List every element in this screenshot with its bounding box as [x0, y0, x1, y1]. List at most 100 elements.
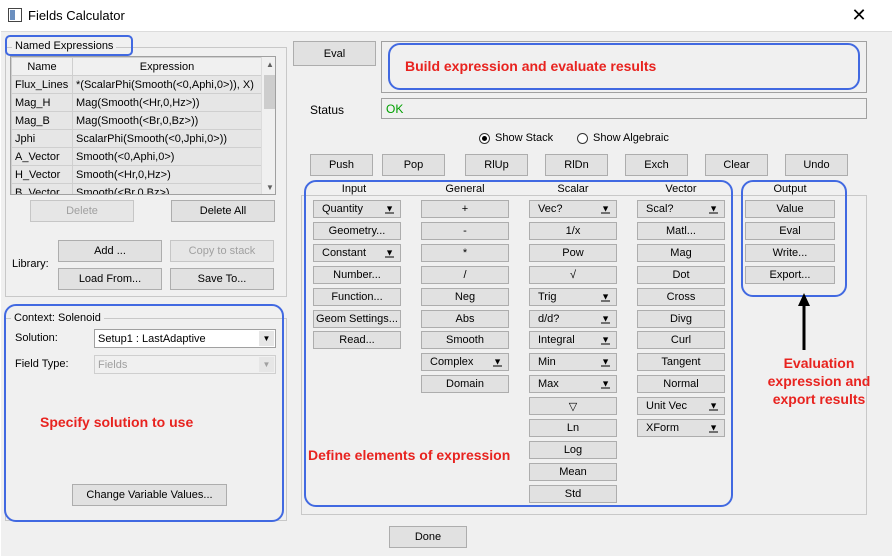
- general-abs-button[interactable]: Abs: [421, 309, 509, 328]
- vector-xform-button[interactable]: XForm ▼: [637, 419, 725, 437]
- vector-normal-button[interactable]: Normal: [637, 375, 725, 394]
- table-row[interactable]: Mag_H Mag(Smooth(<Hr,0,Hz>)): [11, 93, 262, 112]
- named-expressions-table[interactable]: Name Expression Flux_Lines *(ScalarPhi(Smo…: [10, 56, 276, 195]
- undo-button[interactable]: Undo: [785, 154, 848, 176]
- input-read-button[interactable]: Read...: [313, 331, 401, 350]
- vector-dot-button[interactable]: Dot: [637, 265, 725, 284]
- scalar-nabla-button[interactable]: ▽: [529, 397, 617, 416]
- output-value-button[interactable]: Value: [745, 200, 835, 218]
- table-row[interactable]: Jphi ScalarPhi(Smooth(<0,Jphi,0>)): [11, 129, 262, 148]
- table-row[interactable]: B_Vector Smooth(<Br,0,Bz>): [11, 183, 262, 194]
- output-export-button[interactable]: Export...: [745, 265, 835, 284]
- add-button[interactable]: Add ...: [58, 240, 162, 262]
- table-row[interactable]: Mag_B Mag(Smooth(<Br,0,Bz>)): [11, 111, 262, 130]
- expression-value-cell[interactable]: Smooth(<Hr,0,Hz>): [72, 165, 262, 184]
- expression-name-cell[interactable]: Mag_B: [11, 111, 73, 130]
- solution-select[interactable]: Setup1 : LastAdaptive ▼: [94, 329, 276, 348]
- scroll-up-icon[interactable]: ▲: [262, 57, 275, 73]
- expression-name-cell[interactable]: H_Vector: [11, 165, 73, 184]
- rlup-button[interactable]: RlUp: [465, 154, 528, 176]
- clear-button[interactable]: Clear: [705, 154, 768, 176]
- chevron-down-icon[interactable]: ▼: [259, 357, 274, 372]
- general-minus-button[interactable]: -: [421, 221, 509, 240]
- expression-name-cell[interactable]: B_Vector: [11, 183, 73, 194]
- chevron-down-icon[interactable]: ▼: [259, 331, 274, 346]
- eval-button[interactable]: Eval: [293, 41, 376, 66]
- pop-button[interactable]: Pop: [382, 154, 445, 176]
- show-stack-label[interactable]: Show Stack: [495, 132, 553, 144]
- general-multiply-button[interactable]: *: [421, 243, 509, 262]
- scalar-sqrt-button[interactable]: √: [529, 265, 617, 284]
- input-geometry-button[interactable]: Geometry...: [313, 221, 401, 240]
- vector-cross-button[interactable]: Cross: [637, 287, 725, 306]
- expression-value-cell[interactable]: Smooth(<Br,0,Bz>): [72, 183, 262, 194]
- expression-value-cell[interactable]: ScalarPhi(Smooth(<0,Jphi,0>)): [72, 129, 262, 148]
- vector-mag-button[interactable]: Mag: [637, 243, 725, 262]
- column-header-name[interactable]: Name: [11, 57, 73, 76]
- push-button[interactable]: Push: [310, 154, 373, 176]
- field-type-select[interactable]: Fields ▼: [94, 355, 276, 374]
- scalar-mean-button[interactable]: Mean: [529, 462, 617, 481]
- done-button[interactable]: Done: [389, 526, 467, 548]
- scalar-min-button[interactable]: Min ▼: [529, 353, 617, 372]
- change-variable-values-button[interactable]: Change Variable Values...: [72, 484, 227, 506]
- input-constant-button[interactable]: Constant ▼: [313, 243, 401, 262]
- scalar-max-button[interactable]: Max ▼: [529, 375, 617, 394]
- general-abs-label: Abs: [455, 312, 475, 325]
- vector-tangent-button[interactable]: Tangent: [637, 353, 725, 372]
- save-to-button[interactable]: Save To...: [170, 268, 274, 290]
- delete-button[interactable]: Delete: [30, 200, 134, 222]
- expression-value-cell[interactable]: Mag(Smooth(<Hr,0,Hz>)): [72, 93, 262, 112]
- rldn-button[interactable]: RlDn: [545, 154, 608, 176]
- input-geom-settings-button[interactable]: Geom Settings...: [313, 309, 401, 328]
- expression-value-cell[interactable]: Mag(Smooth(<Br,0,Bz>)): [72, 111, 262, 130]
- vector-curl-button[interactable]: Curl: [637, 331, 725, 350]
- show-stack-radio[interactable]: [479, 133, 490, 144]
- scalar-std-button[interactable]: Std: [529, 484, 617, 503]
- vector-scal-button[interactable]: Scal? ▼: [637, 200, 725, 218]
- vertical-scrollbar[interactable]: ▲ ▼: [261, 57, 275, 194]
- expression-name-cell[interactable]: A_Vector: [11, 147, 73, 166]
- table-row[interactable]: H_Vector Smooth(<Hr,0,Hz>): [11, 165, 262, 184]
- scalar-log-button[interactable]: Log: [529, 440, 617, 459]
- general-plus-button[interactable]: +: [421, 200, 509, 218]
- vector-unit-vec-button[interactable]: Unit Vec ▼: [637, 397, 725, 416]
- scalar-d-d-button[interactable]: d/d? ▼: [529, 309, 617, 328]
- output-eval-button[interactable]: Eval: [745, 221, 835, 240]
- expression-name-cell[interactable]: Jphi: [11, 129, 73, 148]
- delete-all-button[interactable]: Delete All: [171, 200, 275, 222]
- exch-button[interactable]: Exch: [625, 154, 688, 176]
- vector-matl-button[interactable]: Matl...: [637, 221, 725, 240]
- input-function-button[interactable]: Function...: [313, 287, 401, 306]
- general-domain-button[interactable]: Domain: [421, 375, 509, 394]
- general-complex-button[interactable]: Complex ▼: [421, 353, 509, 372]
- scalar-pow-button[interactable]: Pow: [529, 243, 617, 262]
- expression-value-cell[interactable]: Smooth(<0,Aphi,0>): [72, 147, 262, 166]
- vector-divg-button[interactable]: Divg: [637, 309, 725, 328]
- scalar-integral-button[interactable]: Integral ▼: [529, 331, 617, 350]
- close-icon[interactable]: ✕: [848, 4, 870, 26]
- show-algebraic-radio[interactable]: [577, 133, 588, 144]
- input-number-button[interactable]: Number...: [313, 265, 401, 284]
- input-quantity-button[interactable]: Quantity ▼: [313, 200, 401, 218]
- column-header-expression[interactable]: Expression: [72, 57, 262, 76]
- output-write-button[interactable]: Write...: [745, 243, 835, 262]
- copy-to-stack-button[interactable]: Copy to stack: [170, 240, 274, 262]
- general-neg-button[interactable]: Neg: [421, 287, 509, 306]
- scalar-1-x-button[interactable]: 1/x: [529, 221, 617, 240]
- scroll-down-icon[interactable]: ▼: [262, 180, 275, 194]
- load-from-button[interactable]: Load From...: [58, 268, 162, 290]
- general-smooth-button[interactable]: Smooth: [421, 331, 509, 350]
- general-divide-button[interactable]: /: [421, 265, 509, 284]
- scroll-thumb[interactable]: [264, 75, 275, 109]
- table-row[interactable]: Flux_Lines *(ScalarPhi(Smooth(<0,Aphi,0>)…: [11, 75, 262, 94]
- expression-name-cell[interactable]: Flux_Lines: [11, 75, 73, 94]
- expression-name-cell[interactable]: Mag_H: [11, 93, 73, 112]
- show-algebraic-label[interactable]: Show Algebraic: [593, 132, 669, 144]
- scalar-trig-button[interactable]: Trig ▼: [529, 287, 617, 306]
- scalar-ln-button[interactable]: Ln: [529, 419, 617, 437]
- output-export-label: Export...: [769, 268, 811, 281]
- scalar-vec-button[interactable]: Vec? ▼: [529, 200, 617, 218]
- expression-value-cell[interactable]: *(ScalarPhi(Smooth(<0,Aphi,0>)), X): [72, 75, 262, 94]
- table-row[interactable]: A_Vector Smooth(<0,Aphi,0>): [11, 147, 262, 166]
